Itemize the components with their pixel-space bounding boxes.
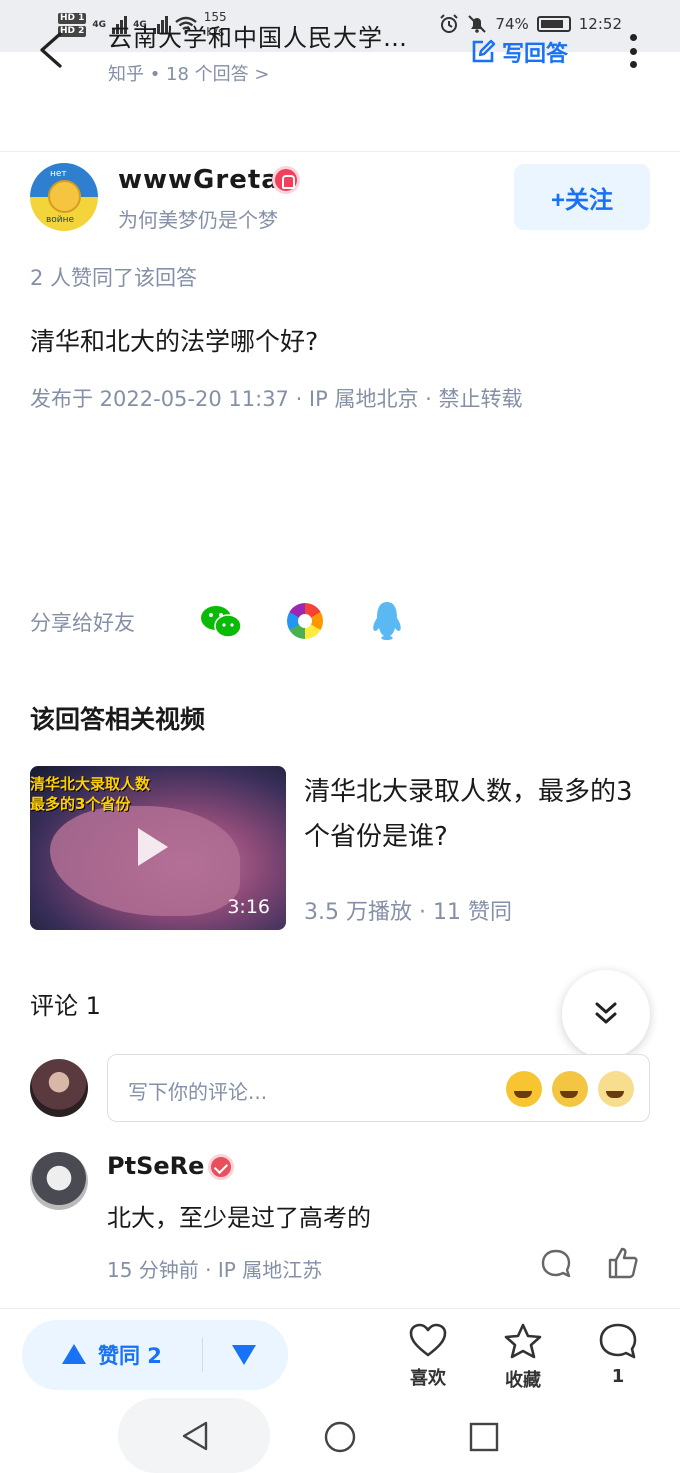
share-label: 分享给好友 (30, 611, 135, 635)
question-title[interactable]: 云南大学和中国人民大学… (108, 18, 408, 53)
follow-button[interactable]: +关注 (514, 164, 650, 230)
thumbs-up-icon[interactable] (606, 1246, 640, 1280)
thinking-emoji-icon[interactable] (552, 1071, 588, 1107)
publish-info: 发布于 2022-05-20 11:37 · IP 属地北京 · 禁止转载 (30, 387, 523, 411)
downvote-arrow-icon[interactable] (232, 1345, 256, 1365)
write-answer-label: 写回答 (502, 42, 569, 67)
comment-input[interactable]: 写下你的评论... (107, 1054, 650, 1122)
sweat-smile-emoji (48, 180, 81, 213)
commenter-avatar[interactable] (30, 1152, 88, 1210)
thumbnail-caption-line1: 清华北大录取人数 (30, 775, 151, 793)
smirk-emoji-icon[interactable] (598, 1071, 634, 1107)
more-options-icon[interactable] (628, 34, 638, 68)
question-subtitle[interactable]: 知乎 • 18 个回答 > (108, 60, 270, 86)
alarm-icon (440, 14, 459, 33)
related-videos-title: 该回答相关视频 (30, 705, 206, 734)
top-header (0, 52, 680, 152)
nav-back-icon[interactable] (180, 1420, 210, 1452)
back-arrow-icon[interactable] (36, 30, 66, 70)
collect-button[interactable]: 收藏 (493, 1322, 553, 1392)
comment-bubble-icon (599, 1323, 637, 1359)
avatar-text-bottom: войне (46, 215, 75, 225)
scroll-down-button[interactable] (562, 970, 650, 1058)
video-thumbnail[interactable]: 清华北大录取人数 最多的3个省份 3:16 (30, 766, 286, 930)
author-avatar[interactable]: нет войне (30, 163, 98, 231)
commenter-name[interactable]: PtSeRe (107, 1152, 204, 1180)
like-label: 喜欢 (410, 1368, 446, 1389)
answer-content: 清华和北大的法学哪个好? (30, 327, 319, 356)
author-bio: 为何美梦仍是个梦 (118, 208, 278, 232)
video-title[interactable]: 清华北大录取人数，最多的3个省份是谁? (304, 770, 654, 860)
comment-button[interactable]: 1 (588, 1322, 648, 1387)
thumbnail-caption-line2: 最多的3个省份 (30, 795, 131, 813)
comment-input-placeholder: 写下你的评论... (128, 1080, 268, 1104)
verified-badge-icon (272, 166, 300, 194)
vote-control: 赞同 2 (22, 1320, 288, 1390)
mute-bell-icon (468, 15, 487, 33)
comments-title: 评论 1 (30, 992, 101, 1020)
comment-meta: 15 分钟前 · IP 属地江苏 (107, 1258, 323, 1282)
hd1-badge: HD 1 (58, 13, 87, 24)
upvote-arrow-icon[interactable] (62, 1344, 86, 1364)
collect-label: 收藏 (505, 1370, 541, 1391)
star-icon (504, 1323, 542, 1359)
thumbnail-caption: 清华北大录取人数 最多的3个省份 (30, 774, 150, 814)
nav-home-icon[interactable] (323, 1420, 357, 1454)
play-icon[interactable] (138, 828, 168, 866)
battery-icon (536, 16, 571, 32)
vote-divider (202, 1338, 203, 1372)
edit-icon (472, 39, 496, 63)
laughing-emoji-icon[interactable] (506, 1071, 542, 1107)
my-avatar (30, 1059, 88, 1117)
wechat-icon[interactable] (200, 604, 242, 640)
agree-count-text: 2 人赞同了该回答 (30, 266, 198, 290)
battery-percent: 74% (495, 15, 529, 33)
comment-text: 北大，至少是过了高考的 (107, 1204, 371, 1232)
write-answer-button[interactable]: 写回答 (470, 36, 568, 68)
avatar-text-top: нет (50, 169, 67, 179)
author-name[interactable]: wwwGreta (118, 165, 280, 195)
video-stats: 3.5 万播放 · 11 赞同 (304, 900, 512, 925)
nav-recents-icon[interactable] (469, 1422, 499, 1452)
reply-icon[interactable] (540, 1248, 572, 1280)
moments-icon[interactable] (287, 603, 323, 639)
comment-count: 1 (611, 1366, 625, 1387)
clock: 12:52 (578, 15, 622, 33)
verified-check-icon (208, 1154, 234, 1180)
status-bar-right: 74% 12:52 (439, 14, 622, 34)
network-type-1: 4G (92, 20, 107, 30)
heart-icon (409, 1323, 447, 1357)
double-chevron-down-icon (595, 1002, 617, 1024)
qq-icon[interactable] (370, 600, 404, 642)
agree-button-label[interactable]: 赞同 2 (98, 1340, 162, 1370)
like-button[interactable]: 喜欢 (398, 1322, 458, 1390)
video-duration: 3:16 (227, 896, 270, 918)
